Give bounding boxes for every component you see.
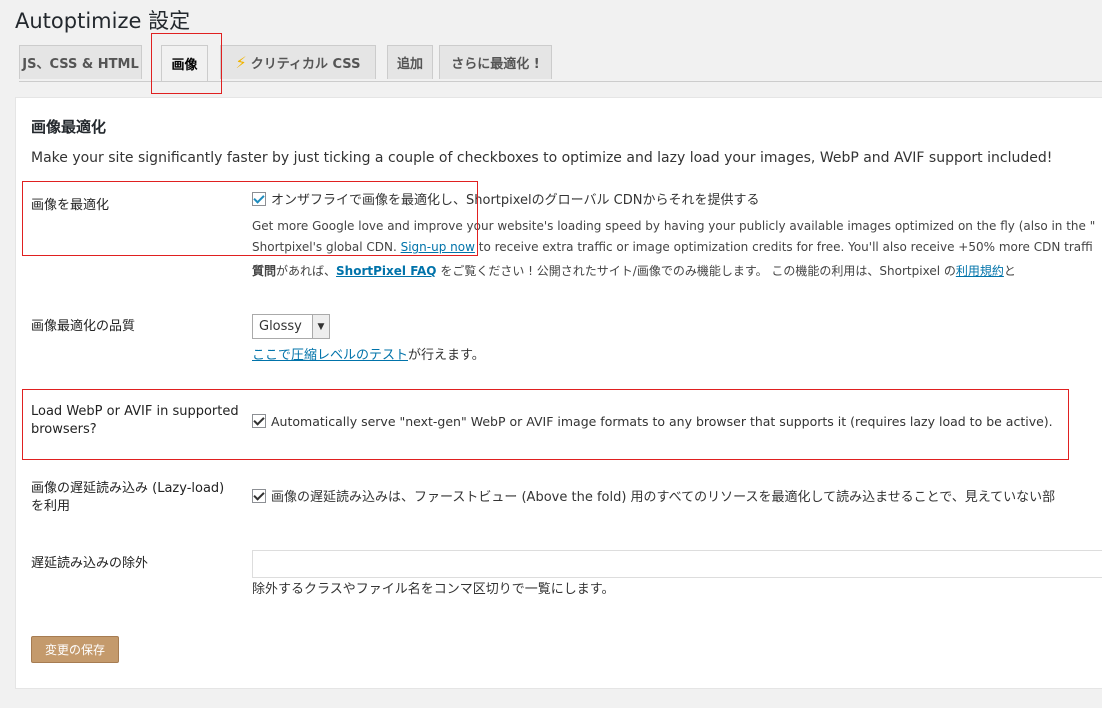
tab-label: 追加: [396, 57, 423, 72]
faq-bold-text: 質問: [252, 264, 277, 278]
optimize-images-field: オンザフライで画像を最適化し、Shortpixelのグローバル CDNからそれを…: [252, 191, 759, 211]
desc-text: to receive extra traffic or image optimi…: [474, 240, 1093, 254]
lightning-bolt-icon: ⚡: [235, 53, 247, 72]
tab-images[interactable]: 画像: [161, 45, 208, 81]
webp-label: Load WebP or AVIF in supported browsers?: [31, 403, 239, 439]
optimize-images-label: 画像を最適化: [31, 198, 110, 213]
webp-label-line1: Load WebP or AVIF in supported: [31, 404, 239, 419]
webp-field: Automatically serve "next-gen" WebP or A…: [252, 412, 1053, 432]
compression-test-link[interactable]: ここで圧縮レベルのテスト: [252, 348, 408, 363]
lazyload-label-line1: 画像の遅延読み込み (Lazy-load): [31, 481, 225, 496]
tab-js-css-html[interactable]: JS、CSS & HTML: [19, 45, 142, 79]
desc-text: Shortpixel's global CDN.: [252, 240, 401, 254]
optimize-images-checkbox[interactable]: [252, 192, 266, 206]
exclude-help: 除外するクラスやファイル名をコンマ区切りで一覧にします。: [252, 582, 615, 597]
tab-critical-css[interactable]: ⚡ クリティカル CSS: [220, 45, 376, 79]
lazyload-text: 画像の遅延読み込みは、ファーストビュー (Above the fold) 用のす…: [271, 490, 1056, 505]
faq-text: と: [1003, 264, 1016, 278]
quality-label: 画像最適化の品質: [31, 319, 136, 334]
optimize-checkbox-text: オンザフライで画像を最適化し、Shortpixelのグローバル CDNからそれを…: [271, 193, 760, 208]
tab-label: さらに最適化 !: [451, 57, 540, 72]
lazyload-label: 画像の遅延読み込み (Lazy-load) を利用: [31, 480, 224, 516]
save-changes-button[interactable]: 変更の保存: [31, 636, 119, 663]
faq-text: をご覧ください ! 公開されたサイト/画像でのみ機能します。 この機能の利用は、…: [436, 264, 956, 278]
optimize-desc-line2: Shortpixel's global CDN. Sign-up now to …: [252, 237, 1093, 257]
quality-test-line: ここで圧縮レベルのテストが行えます。: [252, 346, 485, 366]
chevron-down-icon: ▼: [312, 315, 329, 338]
quality-test-text: が行えます。: [408, 348, 485, 363]
exclude-label: 遅延読み込みの除外: [31, 556, 149, 571]
tab-label: 画像: [171, 58, 198, 73]
faq-text: があれば、: [276, 264, 337, 278]
page-title: Autoptimize 設定: [15, 9, 191, 33]
shortpixel-faq-link[interactable]: ShortPixel FAQ: [336, 264, 436, 278]
settings-tabs: JS、CSS & HTML 画像 ⚡ クリティカル CSS 追加 さらに最適化 !: [19, 45, 1102, 82]
signup-link[interactable]: Sign-up now: [401, 240, 475, 254]
exclude-input[interactable]: [252, 550, 1102, 578]
quality-select-value: Glossy: [259, 319, 302, 334]
terms-link[interactable]: 利用規約: [956, 264, 1004, 278]
section-intro: Make your site significantly faster by j…: [31, 150, 1053, 166]
tab-label: クリティカル CSS: [250, 57, 361, 72]
optimize-faq-line: 質問があれば、ShortPixel FAQ をご覧ください ! 公開されたサイト…: [252, 261, 1016, 281]
webp-label-line2: browsers?: [31, 422, 97, 437]
webp-checkbox[interactable]: [252, 414, 266, 428]
lazyload-label-line2: を利用: [31, 499, 71, 514]
lazyload-checkbox[interactable]: [252, 489, 266, 503]
tab-extra[interactable]: 追加: [387, 45, 433, 79]
tab-optimize-more[interactable]: さらに最適化 !: [439, 45, 552, 79]
settings-panel: [15, 97, 1102, 689]
section-title: 画像最適化: [31, 118, 107, 136]
tab-label: JS、CSS & HTML: [22, 57, 139, 72]
webp-text: Automatically serve "next-gen" WebP or A…: [271, 414, 1053, 429]
optimize-desc-line1: Get more Google love and improve your we…: [252, 219, 1096, 233]
lazyload-field: 画像の遅延読み込みは、ファーストビュー (Above the fold) 用のす…: [252, 488, 1055, 508]
quality-select[interactable]: Glossy ▼: [252, 314, 330, 339]
